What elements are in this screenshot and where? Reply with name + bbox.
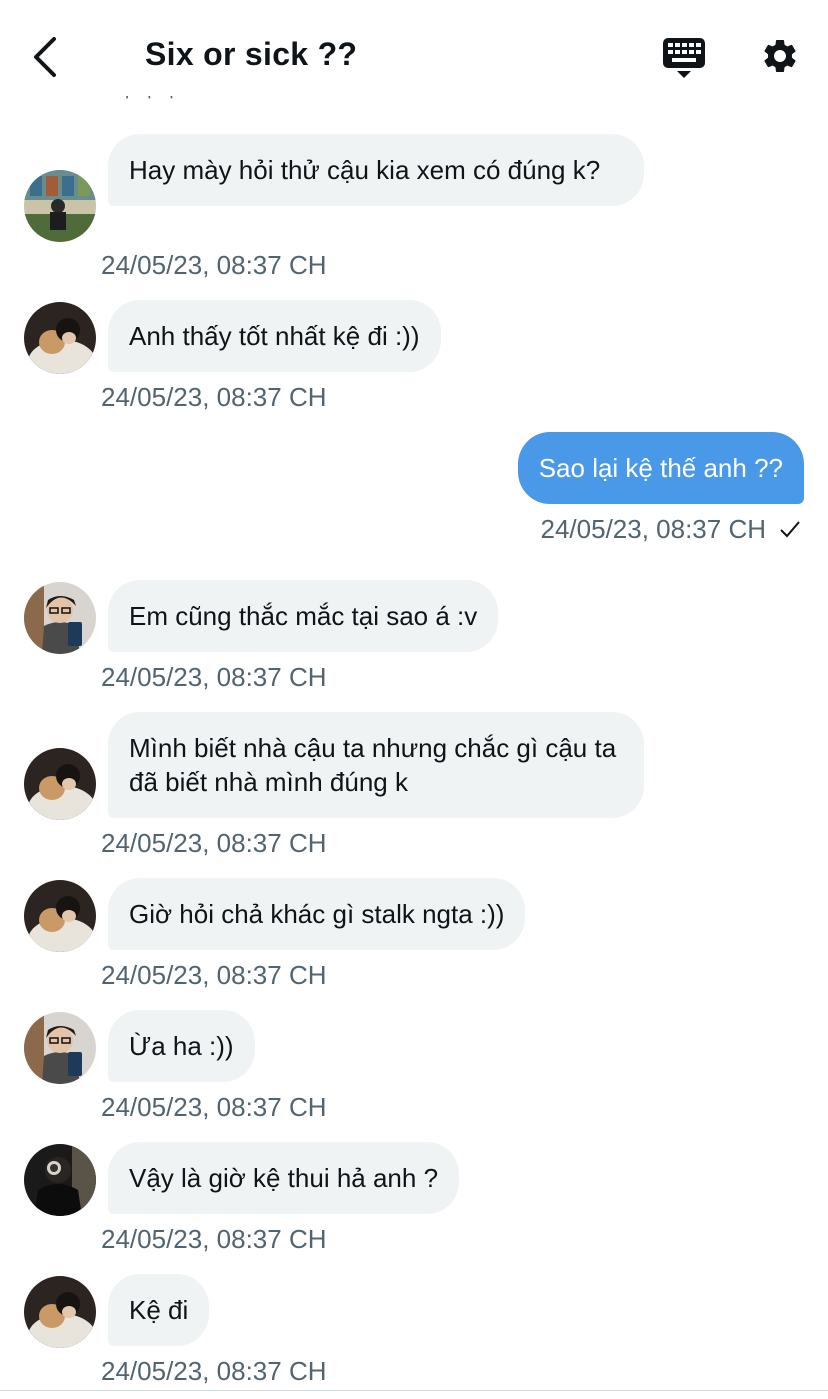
avatar-hugging-photo: [24, 1276, 96, 1348]
gear-icon: [764, 39, 796, 72]
message-timestamp: 24/05/23, 08:37 CH: [101, 662, 327, 692]
message-bubble[interactable]: Kệ đi: [108, 1274, 210, 1346]
avatar[interactable]: [24, 1012, 96, 1084]
message-bubble[interactable]: Anh thấy tốt nhất kệ đi :)): [108, 300, 441, 372]
back-button[interactable]: [28, 36, 64, 78]
keyboard-button[interactable]: [662, 36, 706, 80]
avatar-hugging-photo: [24, 880, 96, 952]
message-bubble[interactable]: Em cũng thắc mắc tại sao á :v: [108, 580, 499, 652]
check-icon: [778, 517, 802, 548]
message-timestamp: 24/05/23, 08:37 CH: [101, 1356, 327, 1386]
message-bubble[interactable]: Hay mày hỏi thử cậu kia xem có đúng k?: [108, 134, 644, 206]
message-bubble[interactable]: Mình biết nhà cậu ta nhưng chắc gì cậu t…: [108, 712, 644, 818]
message-timestamp: 24/05/23, 08:37 CH: [101, 1092, 327, 1122]
message-timestamp: 24/05/23, 08:37 CH: [101, 250, 327, 280]
message-bubble[interactable]: Ừa ha :)): [108, 1010, 255, 1082]
conversation-title: Six or sick ??: [145, 36, 358, 72]
message-timestamp: 24/05/23, 08:37 CH: [101, 828, 327, 858]
avatar-glasses-photo: [24, 582, 96, 654]
message-bubble[interactable]: Vậy là giờ kệ thui hả anh ?: [108, 1142, 460, 1214]
avatar-group-photo: [24, 170, 96, 242]
avatar-hugging-photo: [24, 748, 96, 820]
avatar-hugging-photo: [24, 302, 96, 374]
avatar[interactable]: [24, 1276, 96, 1348]
avatar[interactable]: [24, 748, 96, 820]
avatar[interactable]: [24, 582, 96, 654]
chevron-left-icon: [34, 37, 56, 77]
message-timestamp: 24/05/23, 08:37 CH: [101, 1224, 327, 1254]
keyboard-icon: [663, 38, 705, 78]
avatar-glasses-photo: [24, 1012, 96, 1084]
avatar[interactable]: [24, 170, 96, 242]
avatar[interactable]: [24, 302, 96, 374]
message-timestamp: 24/05/23, 08:37 CH: [101, 382, 327, 412]
divider: [0, 1390, 828, 1391]
message-timestamp: 24/05/23, 08:37 CH: [101, 960, 327, 990]
outgoing-message-bubble[interactable]: Sao lại kệ thế anh ??: [517, 432, 804, 504]
settings-button[interactable]: [760, 36, 800, 76]
message-timestamp: 24/05/23, 08:37 CH: [540, 514, 767, 544]
avatar[interactable]: [24, 880, 96, 952]
chat-header: Six or sick ??: [0, 0, 828, 110]
message-bubble[interactable]: Giờ hỏi chả khác gì stalk ngta :)): [108, 878, 526, 950]
avatar[interactable]: [24, 1144, 96, 1216]
clipped-previous-timestamp: ''': [125, 96, 192, 114]
avatar-dark-photo: [24, 1144, 96, 1216]
